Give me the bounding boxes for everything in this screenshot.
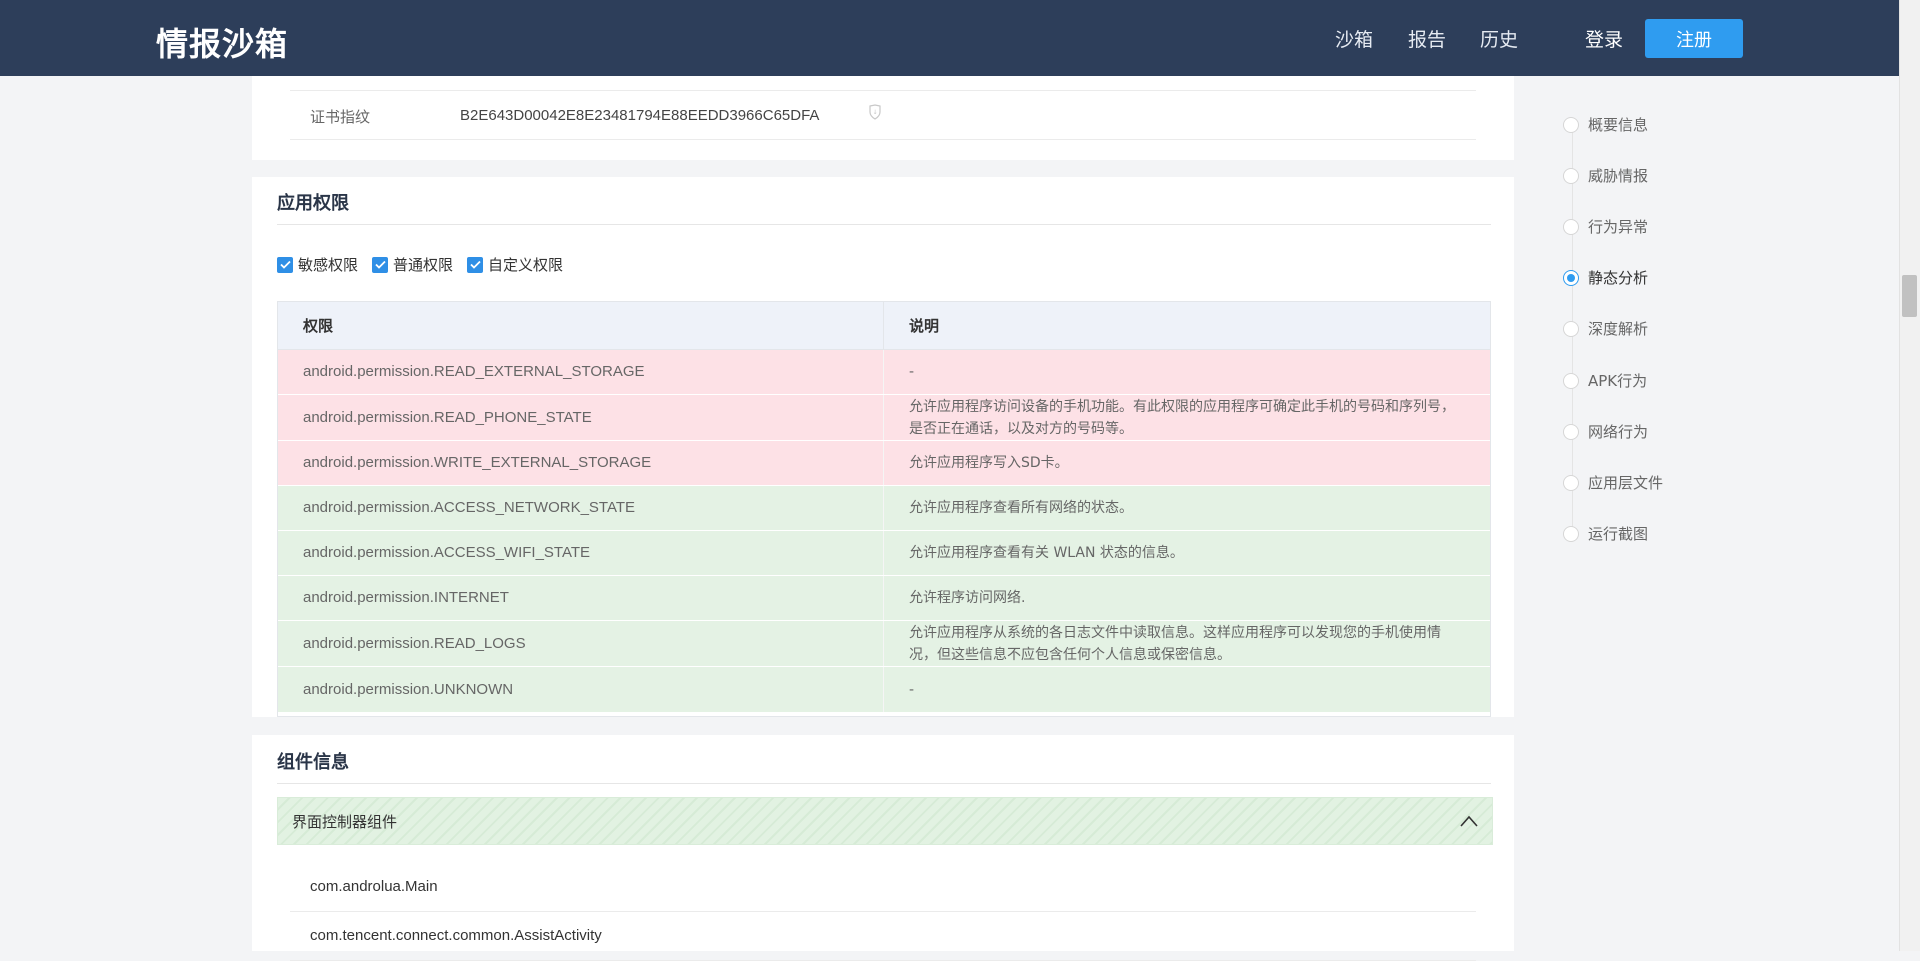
copy-icon[interactable]: ↓ bbox=[868, 104, 882, 120]
permission-description: - bbox=[909, 364, 915, 380]
scrollbar-thumb[interactable] bbox=[1902, 275, 1917, 317]
side-nav-label: 运行截图 bbox=[1588, 525, 1649, 543]
side-nav-label: 深度解析 bbox=[1588, 320, 1649, 338]
components-title: 组件信息 bbox=[277, 752, 349, 773]
permissions-card: 应用权限 敏感权限 普通权限 自定义权限 权限 说明 android.permi… bbox=[252, 177, 1514, 717]
permission-name: android.permission.INTERNET bbox=[278, 576, 884, 620]
side-nav-screenshots[interactable]: 运行截图 bbox=[1563, 523, 1648, 544]
cert-fingerprint-row: 证书指纹 B2E643D00042E8E23481794E88EEDD3966C… bbox=[290, 90, 1476, 140]
certificate-card: 证书指纹 B2E643D00042E8E23481794E88EEDD3966C… bbox=[252, 76, 1514, 160]
filter-sensitive-checkbox[interactable]: 敏感权限 bbox=[277, 254, 358, 275]
nav-dot-icon bbox=[1563, 474, 1579, 491]
filter-custom-checkbox[interactable]: 自定义权限 bbox=[467, 254, 563, 275]
permission-name: android.permission.UNKNOWN bbox=[278, 667, 884, 712]
permissions-divider bbox=[277, 224, 1491, 225]
filter-normal-checkbox[interactable]: 普通权限 bbox=[372, 254, 453, 275]
column-header-description: 说明 bbox=[909, 317, 940, 335]
side-nav-behavior-anomaly[interactable]: 行为异常 bbox=[1563, 216, 1648, 237]
permission-description: - bbox=[909, 681, 915, 698]
table-row: android.permission.UNKNOWN - bbox=[278, 667, 1490, 713]
cert-fingerprint-value: B2E643D00042E8E23481794E88EEDD3966C65DFA bbox=[460, 107, 820, 124]
filter-normal-label: 普通权限 bbox=[393, 256, 454, 274]
column-header-permission: 权限 bbox=[278, 302, 884, 349]
table-row: android.permission.READ_LOGS 允许应用程序从系统的各… bbox=[278, 621, 1490, 667]
chevron-up-icon[interactable] bbox=[1460, 815, 1478, 827]
permissions-table: 权限 说明 android.permission.READ_EXTERNAL_S… bbox=[277, 301, 1491, 717]
accordion-label: 界面控制器组件 bbox=[292, 813, 398, 831]
top-navbar: 情报沙箱 沙箱 报告 历史 登录 注册 bbox=[0, 0, 1899, 76]
list-item: com.androlua.Main bbox=[290, 863, 1476, 912]
permission-name: android.permission.ACCESS_WIFI_STATE bbox=[278, 531, 884, 575]
list-item: com.tencent.connect.common.AssistActivit… bbox=[290, 912, 1476, 961]
permission-name: android.permission.ACCESS_NETWORK_STATE bbox=[278, 486, 884, 530]
side-nav-app-files[interactable]: 应用层文件 bbox=[1563, 472, 1663, 493]
side-nav-label: 概要信息 bbox=[1588, 116, 1649, 134]
permission-description: 允许应用程序访问设备的手机功能。有此权限的应用程序可确定此手机的号码和序列号，是… bbox=[909, 398, 1455, 437]
checkbox-checked-icon bbox=[277, 256, 293, 273]
permission-name: android.permission.WRITE_EXTERNAL_STORAG… bbox=[278, 441, 884, 485]
svg-text:↓: ↓ bbox=[872, 109, 877, 116]
permission-filters: 敏感权限 普通权限 自定义权限 bbox=[277, 254, 563, 275]
table-row: android.permission.INTERNET 允许程序访问网络. bbox=[278, 576, 1490, 621]
component-name: com.tencent.connect.common.AssistActivit… bbox=[310, 927, 602, 944]
permission-description: 允许应用程序查看所有网络的状态。 bbox=[909, 500, 1133, 516]
side-nav-label: 行为异常 bbox=[1588, 218, 1649, 236]
side-nav-label: 威胁情报 bbox=[1588, 167, 1649, 185]
table-row: android.permission.ACCESS_NETWORK_STATE … bbox=[278, 486, 1490, 531]
nav-dot-icon bbox=[1563, 320, 1579, 337]
components-divider bbox=[277, 783, 1491, 784]
nav-dot-active-icon bbox=[1563, 269, 1579, 286]
table-row: android.permission.ACCESS_WIFI_STATE 允许应… bbox=[278, 531, 1490, 576]
permission-name: android.permission.READ_PHONE_STATE bbox=[278, 395, 884, 440]
nav-dot-icon bbox=[1563, 218, 1579, 235]
nav-dot-icon bbox=[1563, 116, 1579, 133]
login-link[interactable]: 登录 bbox=[1585, 25, 1623, 52]
side-nav-label: 网络行为 bbox=[1588, 423, 1649, 441]
checkbox-checked-icon bbox=[467, 256, 484, 273]
permission-description: 允许应用程序写入SD卡。 bbox=[909, 455, 1069, 471]
checkbox-checked-icon bbox=[372, 256, 389, 273]
side-nav-apk-behavior[interactable]: APK行为 bbox=[1563, 370, 1647, 391]
table-row: android.permission.READ_EXTERNAL_STORAGE… bbox=[278, 350, 1490, 395]
component-name: com.androlua.Main bbox=[310, 878, 438, 895]
side-nav-overview[interactable]: 概要信息 bbox=[1563, 114, 1648, 135]
side-nav-label: 静态分析 bbox=[1588, 269, 1649, 287]
side-nav-label: 应用层文件 bbox=[1588, 474, 1664, 492]
side-nav-static-analysis[interactable]: 静态分析 bbox=[1563, 267, 1648, 288]
filter-sensitive-label: 敏感权限 bbox=[298, 256, 359, 274]
permission-name: android.permission.READ_LOGS bbox=[278, 621, 884, 666]
table-header: 权限 说明 bbox=[278, 302, 1490, 350]
permissions-title: 应用权限 bbox=[277, 193, 349, 214]
site-logo[interactable]: 情报沙箱 bbox=[156, 19, 288, 65]
nav-report[interactable]: 报告 bbox=[1408, 25, 1446, 52]
page-scrollbar[interactable] bbox=[1899, 0, 1920, 951]
nav-history[interactable]: 历史 bbox=[1480, 25, 1518, 52]
side-nav-deep-analysis[interactable]: 深度解析 bbox=[1563, 318, 1648, 339]
nav-sandbox[interactable]: 沙箱 bbox=[1335, 25, 1373, 52]
nav-dot-icon bbox=[1563, 423, 1579, 440]
filter-custom-label: 自定义权限 bbox=[488, 256, 564, 274]
permission-description: 允许程序访问网络. bbox=[909, 590, 1026, 606]
permission-name: android.permission.READ_EXTERNAL_STORAGE bbox=[278, 350, 884, 394]
table-row: android.permission.READ_PHONE_STATE 允许应用… bbox=[278, 395, 1490, 441]
permission-description: 允许应用程序查看有关 WLAN 状态的信息。 bbox=[909, 545, 1184, 561]
components-card: 组件信息 界面控制器组件 com.androlua.Main com.tence… bbox=[252, 735, 1514, 961]
cert-fingerprint-label: 证书指纹 bbox=[310, 108, 371, 126]
permission-description: 允许应用程序从系统的各日志文件中读取信息。这样应用程序可以发现您的手机使用情况，… bbox=[909, 624, 1441, 663]
activity-components-accordion[interactable]: 界面控制器组件 bbox=[277, 797, 1493, 845]
register-button[interactable]: 注册 bbox=[1645, 19, 1743, 58]
side-nav-threat-intel[interactable]: 威胁情报 bbox=[1563, 165, 1648, 186]
nav-dot-icon bbox=[1563, 372, 1579, 389]
side-nav-label: APK行为 bbox=[1588, 372, 1648, 390]
nav-dot-icon bbox=[1563, 167, 1579, 184]
nav-dot-icon bbox=[1563, 525, 1579, 542]
side-nav-network-behavior[interactable]: 网络行为 bbox=[1563, 421, 1648, 442]
table-row: android.permission.WRITE_EXTERNAL_STORAG… bbox=[278, 441, 1490, 486]
